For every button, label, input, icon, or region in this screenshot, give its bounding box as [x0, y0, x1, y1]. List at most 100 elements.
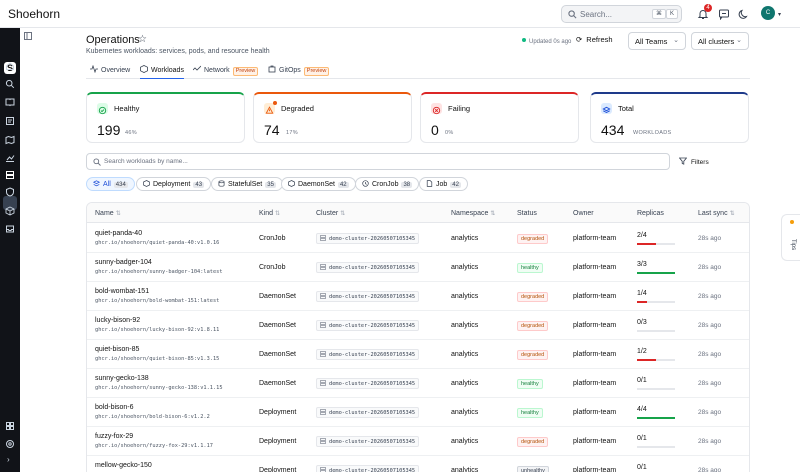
chart-icon[interactable]	[5, 153, 15, 163]
header-name[interactable]: Name ⇅	[95, 210, 121, 217]
table-header: Name ⇅ Kind ⇅ Cluster ⇅ Namespace ⇅ Status O…	[87, 203, 749, 223]
expand-sidebar-icon[interactable]: ›	[7, 455, 10, 464]
chip-all[interactable]: All 434	[86, 177, 135, 191]
cluster-chip[interactable]: demo-cluster-20260507105345	[316, 378, 420, 389]
tab-gitops[interactable]: GitOps Preview	[268, 65, 330, 79]
table-row[interactable]: sunny-gecko-138 ghcr.io/shoehorn/sunny-ge…	[87, 369, 749, 398]
cluster-chip[interactable]: demo-cluster-20260507105345	[316, 320, 420, 331]
settings-icon[interactable]	[5, 439, 15, 449]
workload-name[interactable]: sunny-badger-104	[95, 259, 152, 266]
total-card[interactable]: Total 434 WORKLOADS	[590, 92, 749, 143]
cluster-chip[interactable]: demo-cluster-20260507105345	[316, 436, 420, 447]
failing-card[interactable]: Failing 0 0%	[420, 92, 579, 143]
book-icon[interactable]	[5, 97, 15, 107]
workload-image: ghcr.io/shoehorn/bold-wombat-151:latest	[95, 298, 220, 304]
collapse-panel-icon[interactable]	[24, 32, 32, 40]
shield-icon[interactable]	[5, 187, 15, 197]
workload-name[interactable]: bold-bison-6	[95, 404, 134, 411]
last-sync: 28s ago	[698, 235, 722, 242]
workload-name[interactable]: sunny-gecko-138	[95, 375, 149, 382]
replica-count: 2/4	[637, 232, 647, 239]
degraded-card[interactable]: Degraded 74 17%	[253, 92, 412, 143]
cluster-chip[interactable]: demo-cluster-20260507105345	[316, 262, 420, 273]
header-owner[interactable]: Owner	[573, 210, 594, 217]
table-row[interactable]: bold-bison-6 ghcr.io/shoehorn/bold-bison-…	[87, 398, 749, 427]
moon-icon[interactable]	[738, 8, 750, 20]
table-row[interactable]: sunny-badger-104 ghcr.io/shoehorn/sunny-b…	[87, 253, 749, 282]
chevron-down-icon[interactable]: ▾	[778, 11, 781, 18]
chip-job[interactable]: Job 42	[419, 177, 468, 191]
package-icon[interactable]	[5, 206, 15, 216]
cluster-chip[interactable]: demo-cluster-20260507105345	[316, 291, 420, 302]
grid-icon[interactable]	[5, 421, 15, 431]
replica-progress-bar	[637, 272, 675, 274]
table-row[interactable]: quiet-bison-85 ghcr.io/shoehorn/quiet-bis…	[87, 340, 749, 369]
chip-deployment[interactable]: Deployment 43	[136, 177, 212, 191]
cluster-select[interactable]: All clusters ⌄	[691, 32, 749, 50]
card-percent: 0%	[445, 130, 454, 136]
feedback-icon[interactable]	[718, 8, 730, 20]
last-sync: 28s ago	[698, 293, 722, 300]
global-search[interactable]: Search... ⌘ K	[561, 5, 682, 23]
workload-name[interactable]: fuzzy-fox-29	[95, 433, 133, 440]
workload-name[interactable]: bold-wombat-151	[95, 288, 149, 295]
app-title[interactable]: Shoehorn	[8, 7, 60, 21]
tab-label: Network	[204, 67, 230, 74]
tab-network[interactable]: Network Preview	[193, 65, 259, 79]
table-row[interactable]: quiet-panda-40 ghcr.io/shoehorn/quiet-pan…	[87, 224, 749, 253]
filters-button[interactable]: Filters	[678, 157, 709, 166]
chip-daemonset[interactable]: DaemonSet 42	[281, 177, 356, 191]
last-sync: 28s ago	[698, 380, 722, 387]
workload-name[interactable]: lucky-bison-92	[95, 317, 140, 324]
shortcut-key-k: K	[666, 9, 679, 19]
workload-search-input[interactable]: Search workloads by name...	[86, 153, 670, 170]
workload-namespace: analytics	[451, 264, 479, 271]
team-select[interactable]: All Teams ⌄	[628, 32, 686, 50]
docs-icon[interactable]	[5, 116, 15, 126]
header-cluster[interactable]: Cluster ⇅	[316, 210, 345, 217]
cluster-chip[interactable]: demo-cluster-20260507105345	[316, 407, 420, 418]
workload-owner: platform-team	[573, 438, 617, 445]
search-icon[interactable]	[5, 79, 15, 89]
map-icon[interactable]	[5, 135, 15, 145]
table-row[interactable]: bold-wombat-151 ghcr.io/shoehorn/bold-wom…	[87, 282, 749, 311]
chip-cronjob[interactable]: CronJob 38	[355, 177, 420, 191]
tab-label: Overview	[101, 67, 131, 74]
server-icon	[320, 293, 326, 299]
table-row[interactable]: mellow-gecko-150 Deployment demo-cluster-2…	[87, 456, 749, 472]
workload-name[interactable]: mellow-gecko-150	[95, 462, 152, 469]
workload-namespace: analytics	[451, 351, 479, 358]
chip-statefulset[interactable]: StatefulSet 35	[211, 177, 283, 191]
header-kind[interactable]: Kind ⇅	[259, 210, 280, 217]
tab-workloads[interactable]: Workloads	[140, 65, 184, 79]
workload-name[interactable]: quiet-panda-40	[95, 230, 142, 237]
workload-kind: Deployment	[259, 409, 297, 416]
tab-overview[interactable]: Overview	[90, 65, 130, 79]
header-status[interactable]: Status	[517, 210, 537, 217]
workload-image: ghcr.io/shoehorn/quiet-panda-40:v1.0.16	[95, 240, 220, 246]
cluster-chip[interactable]: demo-cluster-20260507105345	[316, 465, 420, 472]
tab-label: Workloads	[151, 67, 184, 74]
chip-label: CronJob	[372, 181, 399, 188]
avatar[interactable]: C	[761, 6, 775, 20]
header-namespace[interactable]: Namespace ⇅	[451, 210, 495, 217]
header-last-sync[interactable]: Last sync ⇅	[698, 210, 735, 217]
refresh-button[interactable]: ⟳ Refresh	[576, 35, 613, 44]
cluster-chip[interactable]: demo-cluster-20260507105345	[316, 233, 420, 244]
header-replicas[interactable]: Replicas	[637, 210, 664, 217]
home-icon[interactable]	[5, 61, 15, 71]
table-row[interactable]: lucky-bison-92 ghcr.io/shoehorn/lucky-bis…	[87, 311, 749, 340]
card-value: 199	[97, 122, 121, 138]
healthy-card[interactable]: Healthy 199 46%	[86, 92, 245, 143]
replica-progress-bar	[637, 446, 675, 448]
replica-progress-fill	[637, 359, 656, 361]
tips-tab[interactable]: Tips	[781, 214, 800, 261]
workload-name[interactable]: quiet-bison-85	[95, 346, 139, 353]
server-icon[interactable]	[5, 170, 15, 180]
inbox-icon[interactable]	[5, 224, 15, 234]
cluster-chip[interactable]: demo-cluster-20260507105345	[316, 349, 420, 360]
star-icon[interactable]: ☆	[138, 34, 147, 45]
check-icon	[97, 103, 108, 115]
refresh-icon: ⟳	[576, 35, 583, 44]
table-row[interactable]: fuzzy-fox-29 ghcr.io/shoehorn/fuzzy-fox-2…	[87, 427, 749, 456]
